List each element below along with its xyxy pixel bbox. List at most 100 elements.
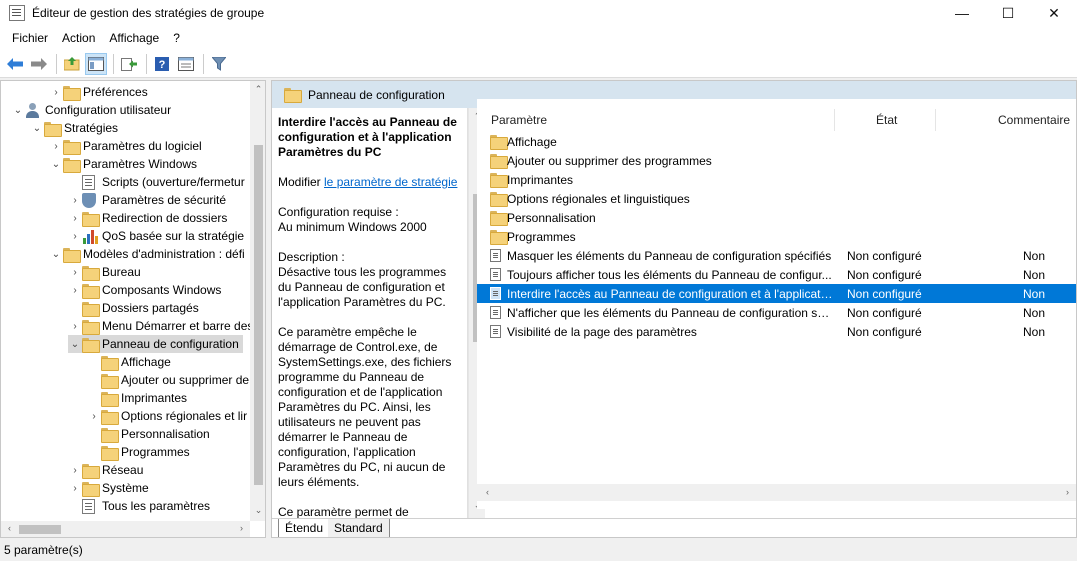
- export-icon[interactable]: [118, 53, 140, 75]
- list-scroll-right-arrow-icon[interactable]: ›: [1059, 487, 1076, 497]
- tree-horizontal-scrollbar[interactable]: ‹ ›: [1, 521, 250, 537]
- policy-setting-icon: [490, 249, 501, 262]
- tab-etendu[interactable]: Étendu: [278, 519, 331, 537]
- column-header-etat[interactable]: État: [876, 109, 897, 131]
- user-config-icon: [25, 102, 41, 118]
- tree-hscroll-thumb[interactable]: [19, 525, 61, 534]
- setting-state: Non configuré: [847, 267, 922, 282]
- menu-fichier[interactable]: Fichier: [5, 31, 55, 45]
- column-header-parametre[interactable]: Paramètre: [491, 109, 547, 131]
- tree-item[interactable]: Affichage: [87, 353, 175, 371]
- tree-item-label: Ajouter ou supprimer de: [121, 373, 250, 387]
- list-folder-row[interactable]: Affichage: [477, 132, 1076, 151]
- scroll-up-arrow-icon[interactable]: ⌃: [250, 84, 265, 95]
- maximize-button[interactable]: ☐: [985, 0, 1031, 26]
- tree-item[interactable]: › Réseau: [68, 461, 147, 479]
- tree-item[interactable]: ⌄ Paramètres Windows: [49, 155, 201, 173]
- list-scroll-left-arrow-icon[interactable]: ‹: [479, 487, 496, 497]
- collapse-chevron-icon[interactable]: ⌄: [49, 155, 63, 173]
- view-icon[interactable]: [175, 53, 197, 75]
- tree-item[interactable]: Programmes: [87, 443, 194, 461]
- close-button[interactable]: ✕: [1031, 0, 1077, 26]
- collapse-chevron-icon[interactable]: ⌄: [68, 335, 82, 353]
- tree-item[interactable]: Dossiers partagés: [68, 299, 203, 317]
- tree-item[interactable]: › QoS basée sur la stratégie: [68, 227, 248, 245]
- tree-item[interactable]: Imprimantes: [87, 389, 191, 407]
- tree-item[interactable]: › Composants Windows: [68, 281, 225, 299]
- status-bar: 5 paramètre(s): [0, 539, 1077, 561]
- collapse-chevron-icon[interactable]: ⌄: [30, 119, 44, 137]
- collapse-chevron-icon[interactable]: ⌄: [11, 101, 25, 119]
- up-folder-icon[interactable]: [61, 53, 83, 75]
- expand-chevron-icon[interactable]: ›: [68, 461, 82, 479]
- setting-name: Masquer les éléments du Panneau de confi…: [507, 248, 832, 263]
- expand-chevron-icon[interactable]: ›: [68, 227, 82, 245]
- list-setting-row[interactable]: Interdire l'accès au Panneau de configur…: [477, 284, 1076, 303]
- folder-icon: [82, 481, 100, 497]
- menu-affichage[interactable]: Affichage: [102, 31, 166, 45]
- expand-chevron-icon[interactable]: ›: [87, 407, 101, 425]
- tree-item[interactable]: › Options régionales et lir: [87, 407, 250, 425]
- collapse-chevron-icon[interactable]: ⌄: [49, 245, 63, 263]
- edit-policy-link[interactable]: le paramètre de stratégie: [324, 175, 457, 189]
- folder-icon: [490, 135, 508, 150]
- menu-action[interactable]: Action: [55, 31, 102, 45]
- tree-item[interactable]: Tous les paramètres: [68, 497, 214, 515]
- expand-chevron-icon[interactable]: ›: [49, 83, 63, 101]
- tree-scroll-thumb[interactable]: [254, 145, 263, 485]
- list-setting-row[interactable]: Visibilité de la page des paramètres Non …: [477, 322, 1076, 341]
- expand-chevron-icon[interactable]: ›: [68, 281, 82, 299]
- scroll-right-arrow-icon[interactable]: ›: [233, 523, 250, 533]
- tree-item[interactable]: ⌄ Configuration utilisateur: [11, 101, 175, 119]
- setting-name: Personnalisation: [507, 210, 596, 225]
- back-arrow-icon[interactable]: [4, 53, 26, 75]
- help-icon[interactable]: ?: [151, 53, 173, 75]
- list-folder-row[interactable]: Imprimantes: [477, 170, 1076, 189]
- tree-item[interactable]: › Menu Démarrer et barre des: [68, 317, 250, 335]
- toolbar-separator: [113, 53, 114, 74]
- tree-item[interactable]: › Bureau: [68, 263, 145, 281]
- expand-chevron-icon[interactable]: ›: [49, 137, 63, 155]
- expand-chevron-icon[interactable]: ›: [68, 191, 82, 209]
- scroll-down-arrow-icon[interactable]: ⌄: [250, 505, 265, 516]
- list-setting-row[interactable]: Toujours afficher tous les éléments du P…: [477, 265, 1076, 284]
- tree-item[interactable]: ⌄ Modèles d'administration : défi: [49, 245, 249, 263]
- tree-item[interactable]: › Redirection de dossiers: [68, 209, 231, 227]
- tree-item[interactable]: ⌄ Stratégies: [30, 119, 122, 137]
- column-header-commentaire[interactable]: Commentaire: [998, 109, 1070, 131]
- list-folder-row[interactable]: Options régionales et linguistiques: [477, 189, 1076, 208]
- column-separator[interactable]: [834, 109, 835, 131]
- tree-item[interactable]: ⌄ Panneau de configuration: [68, 335, 243, 353]
- list-setting-row[interactable]: Masquer les éléments du Panneau de confi…: [477, 246, 1076, 265]
- show-tree-icon[interactable]: [85, 52, 107, 75]
- expand-chevron-icon[interactable]: ›: [68, 317, 82, 335]
- tree-item[interactable]: Ajouter ou supprimer de: [87, 371, 250, 389]
- setting-comment: Non: [1023, 305, 1046, 320]
- minimize-button[interactable]: —: [939, 0, 985, 26]
- column-separator[interactable]: [935, 109, 936, 131]
- setting-name: Visibilité de la page des paramètres: [507, 324, 697, 339]
- tree-item-label: Composants Windows: [102, 283, 222, 297]
- list-folder-row[interactable]: Programmes: [477, 227, 1076, 246]
- tree-vertical-scrollbar[interactable]: ⌃ ⌄: [250, 81, 265, 521]
- tab-standard[interactable]: Standard: [328, 519, 390, 537]
- scroll-left-arrow-icon[interactable]: ‹: [1, 523, 18, 533]
- tree-item[interactable]: › Système: [68, 479, 153, 497]
- tree-item[interactable]: Personnalisation: [87, 425, 214, 443]
- tree-item[interactable]: › Paramètres de sécurité: [68, 191, 230, 209]
- tree-item[interactable]: › Paramètres du logiciel: [49, 137, 206, 155]
- forward-arrow-icon[interactable]: [28, 53, 50, 75]
- expand-chevron-icon[interactable]: ›: [68, 263, 82, 281]
- tree-item[interactable]: › Préférences: [49, 83, 152, 101]
- tree-item-label: Paramètres de sécurité: [102, 193, 227, 207]
- menu-help[interactable]: ?: [166, 31, 187, 45]
- expand-chevron-icon[interactable]: ›: [68, 209, 82, 227]
- expand-chevron-icon[interactable]: ›: [68, 479, 82, 497]
- list-horizontal-scrollbar[interactable]: ‹ ›: [477, 484, 1076, 501]
- filter-icon[interactable]: [208, 53, 230, 75]
- list-folder-row[interactable]: Ajouter ou supprimer des programmes: [477, 151, 1076, 170]
- list-setting-row[interactable]: N'afficher que les éléments du Panneau d…: [477, 303, 1076, 322]
- tree-item[interactable]: Scripts (ouverture/fermetur: [68, 173, 249, 191]
- list-folder-row[interactable]: Personnalisation: [477, 208, 1076, 227]
